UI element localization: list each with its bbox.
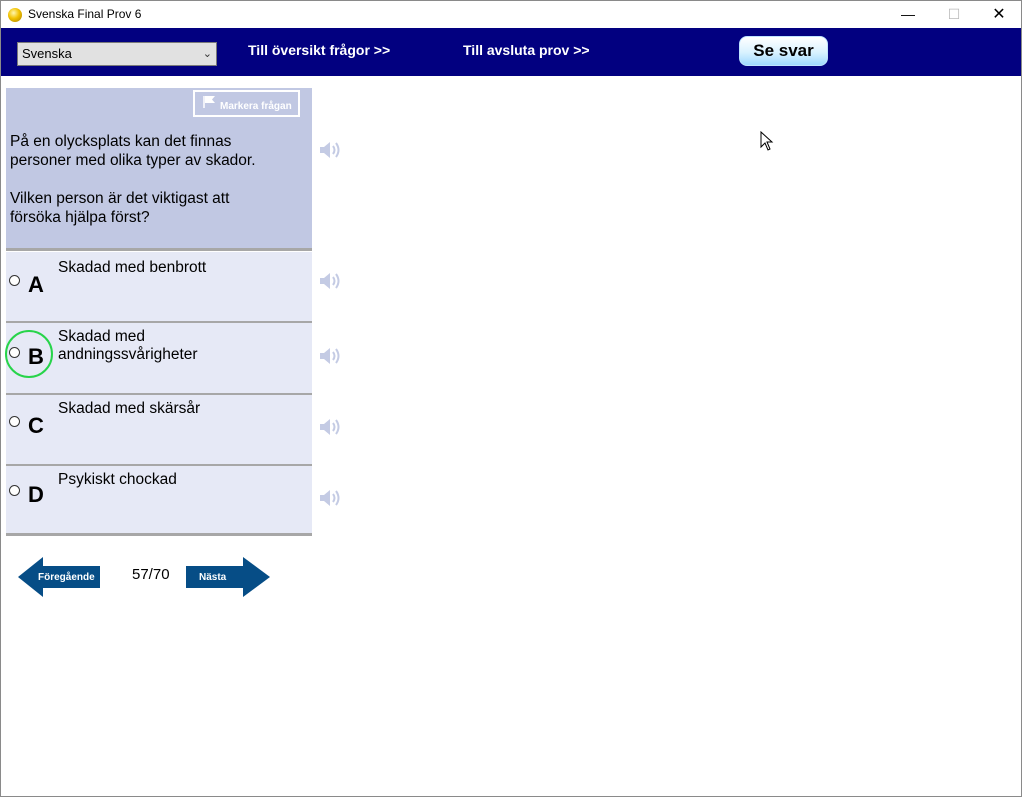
answer-text: Skadad med skärsår (58, 400, 258, 418)
answer-line: Skadad med benbrott (58, 259, 207, 276)
speaker-icon[interactable] (318, 269, 342, 293)
next-button[interactable]: Nästa (186, 557, 270, 597)
focus-highlight-ring (5, 330, 53, 378)
answer-letter: C (28, 413, 44, 438)
next-label: Nästa (199, 572, 227, 583)
flag-question-label: Markera frågan (220, 101, 292, 112)
app-icon (8, 8, 22, 22)
separator (6, 533, 312, 536)
question-counter: 57/70 (132, 566, 170, 583)
answer-line: Skadad med (58, 328, 146, 345)
separator (6, 248, 312, 251)
answer-line: Skadad med skärsår (58, 400, 201, 417)
title-bar: Svenska Final Prov 6 — ☐ ✕ (1, 1, 1021, 28)
speaker-icon[interactable] (318, 415, 342, 439)
question-line: På en olycksplats kan det finnas (10, 133, 232, 150)
question-line: försöka hjälpa först? (10, 209, 150, 226)
finish-test-link[interactable]: Till avsluta prov >> (463, 42, 590, 58)
chevron-down-icon: ⌄ (202, 48, 212, 60)
minimize-button[interactable]: — (885, 1, 931, 28)
radio-d[interactable] (9, 485, 20, 496)
top-navbar: Svenska ⌄ Till översikt frågor >> Till a… (1, 28, 1021, 76)
mouse-cursor-icon (760, 131, 774, 151)
answer-option-a[interactable]: A Skadad med benbrott (6, 252, 312, 321)
flag-icon (203, 96, 215, 108)
radio-a[interactable] (9, 275, 20, 286)
answer-option-d[interactable]: D Psykiskt chockad (6, 466, 312, 534)
question-text: På en olycksplats kan det finnas persone… (10, 132, 310, 227)
answer-text: Skadad med benbrott (58, 259, 258, 277)
answer-letter: D (28, 482, 44, 507)
speaker-icon[interactable] (318, 344, 342, 368)
speaker-icon[interactable] (318, 138, 342, 162)
answer-option-c[interactable]: C Skadad med skärsår (6, 395, 312, 464)
speaker-icon[interactable] (318, 486, 342, 510)
maximize-button[interactable]: ☐ (931, 1, 977, 28)
close-button[interactable]: ✕ (976, 1, 1022, 28)
window-title: Svenska Final Prov 6 (28, 7, 142, 21)
answer-text: Skadad med andningssvårigheter (58, 328, 258, 364)
radio-c[interactable] (9, 416, 20, 427)
previous-button[interactable]: Föregående (18, 557, 102, 597)
answer-line: Psykiskt chockad (58, 471, 177, 488)
question-panel: Markera frågan På en olycksplats kan det… (6, 88, 312, 248)
question-line: personer med olika typer av skador. (10, 152, 256, 169)
answer-line: andningssvårigheter (58, 346, 198, 363)
answer-letter: A (28, 272, 44, 297)
overview-questions-link[interactable]: Till översikt frågor >> (248, 42, 390, 58)
language-select[interactable]: Svenska ⌄ (17, 42, 217, 66)
answer-text: Psykiskt chockad (58, 471, 258, 489)
language-select-value: Svenska (22, 46, 72, 61)
question-line: Vilken person är det viktigast att (10, 190, 230, 207)
flag-question-button[interactable]: Markera frågan (193, 90, 300, 117)
see-answer-button[interactable]: Se svar (739, 36, 828, 66)
previous-label: Föregående (38, 572, 95, 583)
